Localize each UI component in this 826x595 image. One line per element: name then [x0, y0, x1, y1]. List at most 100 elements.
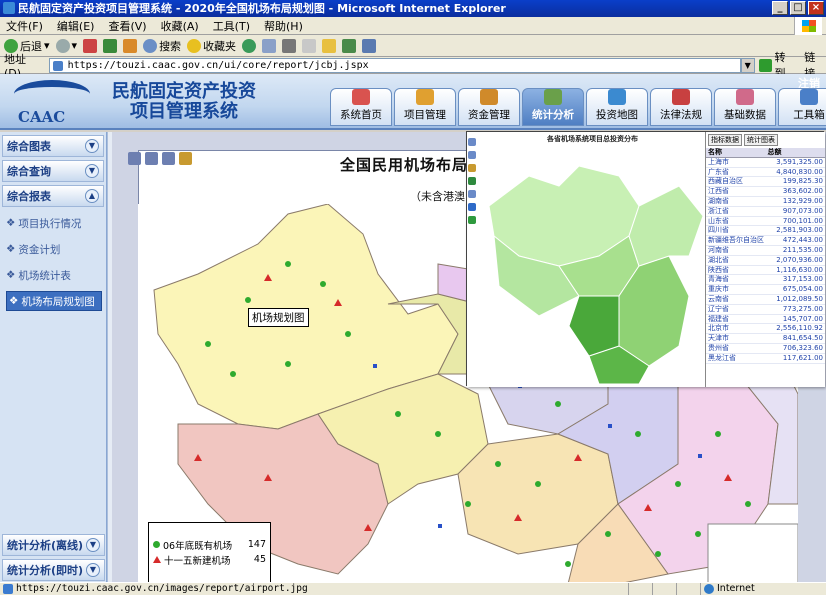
- zoom-out-icon[interactable]: [468, 151, 476, 159]
- stop-icon[interactable]: [83, 38, 98, 53]
- sidebar-section-reports[interactable]: 综合报表 ▲: [2, 185, 104, 207]
- popup-region[interactable]: [628, 185, 703, 267]
- print-icon[interactable]: [145, 152, 158, 165]
- pointer-icon[interactable]: [468, 203, 476, 211]
- tab-indicator-data[interactable]: 指标数据: [708, 134, 742, 146]
- refresh-icon[interactable]: [103, 38, 118, 53]
- sidebar-item-project-execution[interactable]: ❖ 项目执行情况: [6, 213, 102, 233]
- favorites-button[interactable]: 收藏夹: [187, 38, 236, 54]
- sidebar-item-fund-plan[interactable]: ❖ 资金计划: [6, 239, 102, 259]
- table-row[interactable]: 黑龙江省 117,621.00: [706, 354, 825, 364]
- zoom-in-icon[interactable]: [468, 138, 476, 146]
- menu-view[interactable]: 查看(V): [108, 18, 146, 34]
- sidebar-item-airport-layout[interactable]: ❖ 机场布局规划图: [6, 291, 102, 311]
- address-dropdown-icon[interactable]: ▼: [740, 57, 755, 73]
- popup-region-highlight[interactable]: [568, 295, 620, 357]
- sidebar-section-charts[interactable]: 综合图表 ▼: [2, 135, 104, 157]
- airport-marker[interactable]: [205, 341, 211, 347]
- nav-tab-funds[interactable]: 资金管理: [458, 88, 520, 126]
- airport-marker[interactable]: [565, 561, 571, 567]
- menu-file[interactable]: 文件(F): [6, 18, 43, 34]
- airport-marker[interactable]: [715, 431, 721, 437]
- column-header-total[interactable]: 总额: [766, 148, 826, 157]
- globe-icon[interactable]: [468, 177, 476, 185]
- chevron-down-icon[interactable]: ▼: [85, 139, 99, 153]
- table-row[interactable]: 湖南省 132,929.00: [706, 197, 825, 207]
- chevron-down-icon[interactable]: ▼: [86, 538, 100, 552]
- sidebar-section-live-stats[interactable]: 统计分析(即时) ▼: [2, 559, 105, 581]
- menu-help[interactable]: 帮助(H): [264, 18, 303, 34]
- airport-marker[interactable]: [635, 431, 641, 437]
- table-row[interactable]: 贵州省 706,323.60: [706, 344, 825, 354]
- nav-tab-laws[interactable]: 法律法规: [650, 88, 712, 126]
- layer-icon[interactable]: [468, 216, 476, 224]
- nav-tab-toolbox[interactable]: 工具箱: [778, 88, 826, 126]
- airport-marker[interactable]: [695, 531, 701, 537]
- nav-tab-statistics[interactable]: 统计分析: [522, 88, 584, 126]
- table-row[interactable]: 青海省 317,153.00: [706, 275, 825, 286]
- select-icon[interactable]: [468, 190, 476, 198]
- airport-marker[interactable]: [745, 501, 751, 507]
- airport-marker[interactable]: [285, 261, 291, 267]
- table-row[interactable]: 浙江省 907,073.00: [706, 207, 825, 217]
- menu-tools[interactable]: 工具(T): [213, 18, 250, 34]
- mail-icon[interactable]: [262, 38, 277, 53]
- back-dropdown-icon[interactable]: ▾: [44, 39, 50, 52]
- table-row[interactable]: 天津市 841,654.50: [706, 334, 825, 344]
- table-row[interactable]: 广东省 4,840,830.00: [706, 168, 825, 178]
- minimize-button[interactable]: _: [772, 1, 788, 15]
- history-icon[interactable]: [242, 38, 257, 53]
- print-icon[interactable]: [282, 38, 297, 53]
- table-row[interactable]: 湖北省 2,070,936.00: [706, 256, 825, 266]
- forward-button[interactable]: ▾: [55, 38, 78, 53]
- sidebar-section-query[interactable]: 综合查询 ▼: [2, 160, 104, 182]
- chevron-down-icon[interactable]: ▼: [86, 563, 100, 577]
- airport-marker[interactable]: [465, 501, 471, 507]
- airport-marker[interactable]: [285, 361, 291, 367]
- export-icon[interactable]: [162, 152, 175, 165]
- folder-icon[interactable]: [322, 38, 337, 53]
- table-row[interactable]: 西藏自治区 199,825.30: [706, 177, 825, 188]
- nav-tab-investment-map[interactable]: 投资地图: [586, 88, 648, 126]
- table-row[interactable]: 福建省 145,707.00: [706, 315, 825, 325]
- airport-marker[interactable]: [245, 297, 251, 303]
- airport-marker[interactable]: [555, 401, 561, 407]
- airport-marker[interactable]: [495, 461, 501, 467]
- chevron-down-icon[interactable]: ▼: [85, 164, 99, 178]
- table-row[interactable]: 上海市 3,591,325.00: [706, 158, 825, 168]
- maximize-button[interactable]: □: [790, 1, 806, 15]
- edit-icon[interactable]: [302, 38, 317, 53]
- airport-marker[interactable]: [675, 481, 681, 487]
- airport-marker[interactable]: [605, 531, 611, 537]
- media-icon[interactable]: [342, 38, 357, 53]
- table-row[interactable]: 山东省 700,101.00: [706, 217, 825, 227]
- address-input[interactable]: https://touzi.caac.gov.cn/ui/core/report…: [48, 57, 741, 73]
- pan-icon[interactable]: [468, 164, 476, 172]
- nav-tab-projects[interactable]: 项目管理: [394, 88, 456, 126]
- table-row[interactable]: 陕西省 1,116,630.00: [706, 266, 825, 276]
- save-icon[interactable]: [128, 152, 141, 165]
- menu-edit[interactable]: 编辑(E): [57, 18, 95, 34]
- chevron-up-icon[interactable]: ▲: [85, 189, 99, 203]
- airport-marker[interactable]: [535, 481, 541, 487]
- tab-chart[interactable]: 统计图表: [744, 134, 778, 146]
- airport-marker[interactable]: [320, 281, 326, 287]
- column-header-name[interactable]: 名称: [706, 148, 766, 157]
- nav-tab-basic-data[interactable]: 基础数据: [714, 88, 776, 126]
- open-icon[interactable]: [179, 152, 192, 165]
- nav-tab-home[interactable]: 系统首页: [330, 88, 392, 126]
- messenger-icon[interactable]: [362, 38, 377, 53]
- table-row[interactable]: 江西省 363,602.00: [706, 187, 825, 197]
- forward-dropdown-icon[interactable]: ▾: [72, 39, 78, 52]
- table-row[interactable]: 河南省 211,535.00: [706, 246, 825, 256]
- close-button[interactable]: ×: [808, 1, 824, 15]
- table-row[interactable]: 新疆维吾尔自治区 472,443.00: [706, 236, 825, 246]
- table-row[interactable]: 四川省 2,581,903.00: [706, 226, 825, 237]
- table-row[interactable]: 北京市 2,556,110.92: [706, 324, 825, 335]
- table-row[interactable]: 重庆市 675,054.00: [706, 285, 825, 295]
- search-button[interactable]: 搜索: [143, 38, 181, 54]
- table-row[interactable]: 云南省 1,012,089.50: [706, 295, 825, 305]
- airport-marker[interactable]: [435, 431, 441, 437]
- menu-favorites[interactable]: 收藏(A): [161, 18, 199, 34]
- sidebar-section-offline-stats[interactable]: 统计分析(离线) ▼: [2, 534, 105, 556]
